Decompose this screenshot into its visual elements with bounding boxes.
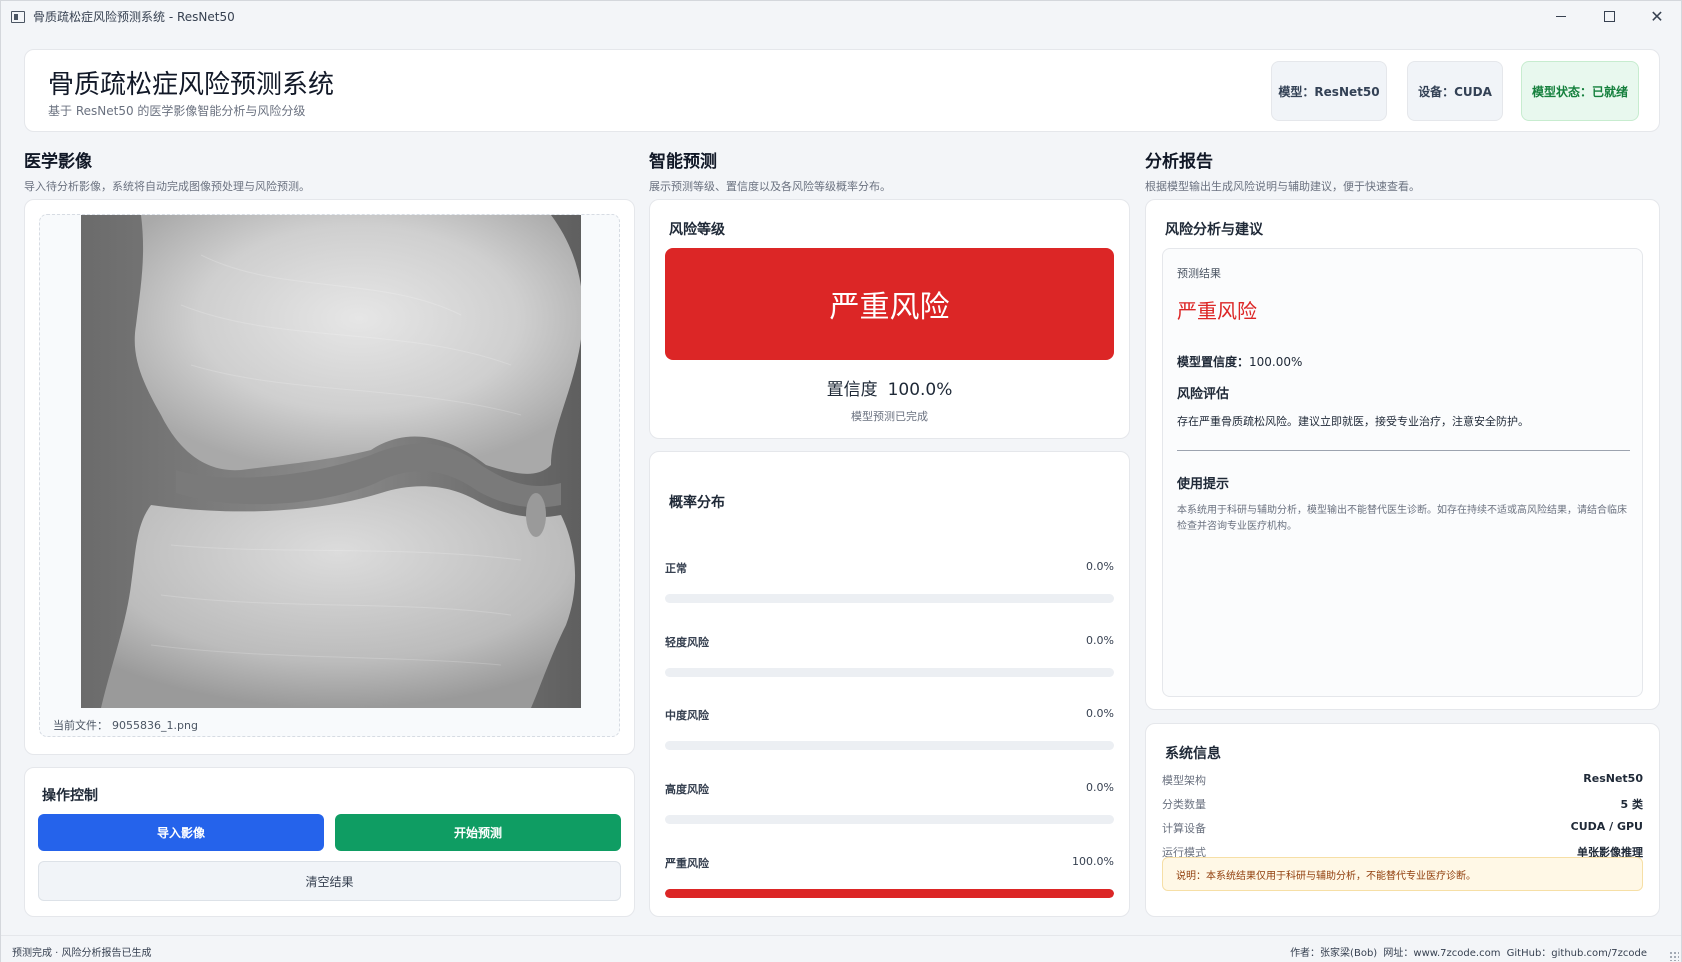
- risk-card-title: 风险等级: [669, 222, 725, 238]
- confidence-label: 置信度: [826, 380, 878, 400]
- probability-bar: [665, 594, 1114, 603]
- tips-text: 本系统用于科研与辅助分析，模型输出不能替代医生诊断。如存在持续不适或高风险结果，…: [1177, 505, 1627, 532]
- page-subtitle: 基于 ResNet50 的医学影像智能分析与风险分级: [48, 104, 306, 118]
- import-image-button[interactable]: 导入影像: [38, 814, 324, 851]
- model-confidence-label: 模型置信度：: [1177, 355, 1250, 369]
- probability-label: 严重风险: [665, 857, 709, 870]
- close-icon: ✕: [1650, 7, 1664, 26]
- system-info-value: ResNet50: [1583, 772, 1643, 785]
- result-label: 预测结果: [1177, 267, 1221, 280]
- probability-label: 中度风险: [665, 709, 709, 722]
- clear-results-button[interactable]: 清空结果: [38, 861, 621, 901]
- device-badge: 设备：CUDA: [1407, 61, 1503, 121]
- title-bar: 骨质疏松症风险预测系统 - ResNet50 ✕: [1, 1, 1681, 32]
- control-card-title: 操作控制: [42, 788, 98, 804]
- probability-bar: [665, 889, 1114, 898]
- current-file-name: 9055836_1.png: [112, 719, 198, 732]
- page-title: 骨质疏松症风险预测系统: [48, 70, 335, 100]
- tips-title: 使用提示: [1177, 477, 1230, 492]
- section-title: 智能预测: [649, 152, 717, 172]
- system-info-title: 系统信息: [1165, 746, 1221, 762]
- system-info-key: 模型架构: [1162, 774, 1206, 787]
- section-title: 分析报告: [1145, 152, 1213, 172]
- probability-bar: [665, 815, 1114, 824]
- probability-label: 高度风险: [665, 783, 709, 796]
- current-file-prefix: 当前文件：: [53, 719, 108, 732]
- prediction-status: 模型预测已完成: [851, 410, 928, 423]
- start-predict-button[interactable]: 开始预测: [335, 814, 621, 851]
- assessment-text: 存在严重骨质疏松风险。建议立即就医，接受专业治疗，注意安全防护。: [1177, 415, 1529, 428]
- github-text: GitHub：github.com/7zcode: [1506, 948, 1647, 959]
- xray-image: [81, 215, 581, 708]
- report-card: 风险分析与建议 预测结果 严重风险 模型置信度：100.00% 风险评估 存在严…: [1145, 199, 1660, 710]
- site-text: 网址：www.7zcode.com: [1383, 948, 1501, 959]
- minimize-button[interactable]: [1537, 1, 1585, 32]
- close-button[interactable]: ✕: [1633, 1, 1681, 32]
- assessment-title: 风险评估: [1177, 387, 1230, 402]
- probability-card: 概率分布 正常 0.0% 轻度风险 0.0% 中度风险 0.0% 高度风险 0.0% 严重风险 1…: [649, 451, 1130, 917]
- author-text: 作者：张家梁(Bob): [1290, 948, 1378, 959]
- model-badge: 模型：ResNet50: [1271, 61, 1387, 121]
- probability-card-title: 概率分布: [669, 495, 725, 511]
- section-desc: 展示预测等级、置信度以及各风险等级概率分布。: [649, 180, 891, 193]
- system-info-key: 分类数量: [1162, 798, 1206, 811]
- resize-grip[interactable]: [1669, 951, 1679, 961]
- report-content: 预测结果 严重风险 模型置信度：100.00% 风险评估 存在严重骨质疏松风险。…: [1162, 248, 1643, 697]
- probability-label: 正常: [665, 562, 687, 575]
- probability-value: 0.0%: [1086, 707, 1114, 720]
- status-credits: 作者：张家梁(Bob) 网址：www.7zcode.com GitHub：git…: [1290, 944, 1647, 959]
- app-window: 骨质疏松症风险预测系统 - ResNet50 ✕ 骨质疏松症风险预测系统 基于 …: [0, 0, 1682, 962]
- probability-bar: [665, 668, 1114, 677]
- header-card: 骨质疏松症风险预测系统 基于 ResNet50 的医学影像智能分析与风险分级 模…: [24, 49, 1660, 132]
- probability-bar: [665, 741, 1114, 750]
- probability-value: 0.0%: [1086, 781, 1114, 794]
- result-value: 严重风险: [1177, 299, 1257, 323]
- risk-level-card: 风险等级 严重风险 置信度 100.0% 模型预测已完成: [649, 199, 1130, 439]
- control-card: 操作控制 导入影像 开始预测 清空结果: [24, 767, 635, 917]
- status-bar: 预测完成 · 风险分析报告已生成 作者：张家梁(Bob) 网址：www.7zco…: [1, 935, 1681, 962]
- model-confidence-value: 100.00%: [1249, 355, 1303, 369]
- image-dropzone[interactable]: 当前文件： 9055836_1.png: [39, 214, 620, 737]
- report-divider: [1177, 450, 1630, 451]
- model-status-badge: 模型状态：已就绪: [1521, 61, 1639, 121]
- disclaimer-note: 说明：本系统结果仅用于科研与辅助分析，不能替代专业医疗诊断。: [1162, 857, 1643, 891]
- confidence-display: 置信度 100.0%: [650, 375, 1129, 400]
- section-title: 医学影像: [24, 152, 92, 172]
- window-title: 骨质疏松症风险预测系统 - ResNet50: [33, 10, 235, 24]
- probability-bar-fill: [665, 889, 1114, 898]
- probability-label: 轻度风险: [665, 636, 709, 649]
- model-confidence: 模型置信度：100.00%: [1177, 353, 1302, 370]
- section-desc: 根据模型输出生成风险说明与辅助建议，便于快速查看。: [1145, 180, 1420, 193]
- risk-level-banner: 严重风险: [665, 248, 1114, 360]
- app-icon: [11, 10, 25, 23]
- section-predict-heading: 智能预测 展示预测等级、置信度以及各风险等级概率分布。: [649, 147, 891, 194]
- image-card: 当前文件： 9055836_1.png: [24, 199, 635, 755]
- section-report-heading: 分析报告 根据模型输出生成风险说明与辅助建议，便于快速查看。: [1145, 147, 1420, 194]
- confidence-value: 100.0%: [887, 380, 953, 400]
- probability-value: 0.0%: [1086, 634, 1114, 647]
- system-info-value: CUDA / GPU: [1570, 820, 1643, 833]
- current-file-label: 当前文件： 9055836_1.png: [53, 717, 198, 733]
- window-controls: ✕: [1537, 1, 1681, 32]
- system-info-value: 5 类: [1620, 798, 1643, 811]
- system-info-card: 系统信息 模型架构 ResNet50 分类数量 5 类计算设备 CUDA / GPU 运行…: [1145, 723, 1660, 917]
- maximize-button[interactable]: [1585, 1, 1633, 32]
- section-desc: 导入待分析影像，系统将自动完成图像预处理与风险预测。: [24, 180, 310, 193]
- probability-value: 100.0%: [1072, 855, 1114, 868]
- report-card-title: 风险分析与建议: [1165, 222, 1263, 238]
- probability-value: 0.0%: [1086, 560, 1114, 573]
- section-image-heading: 医学影像 导入待分析影像，系统将自动完成图像预处理与风险预测。: [24, 147, 310, 194]
- system-info-key: 计算设备: [1162, 822, 1206, 835]
- status-text: 预测完成 · 风险分析报告已生成: [12, 948, 152, 959]
